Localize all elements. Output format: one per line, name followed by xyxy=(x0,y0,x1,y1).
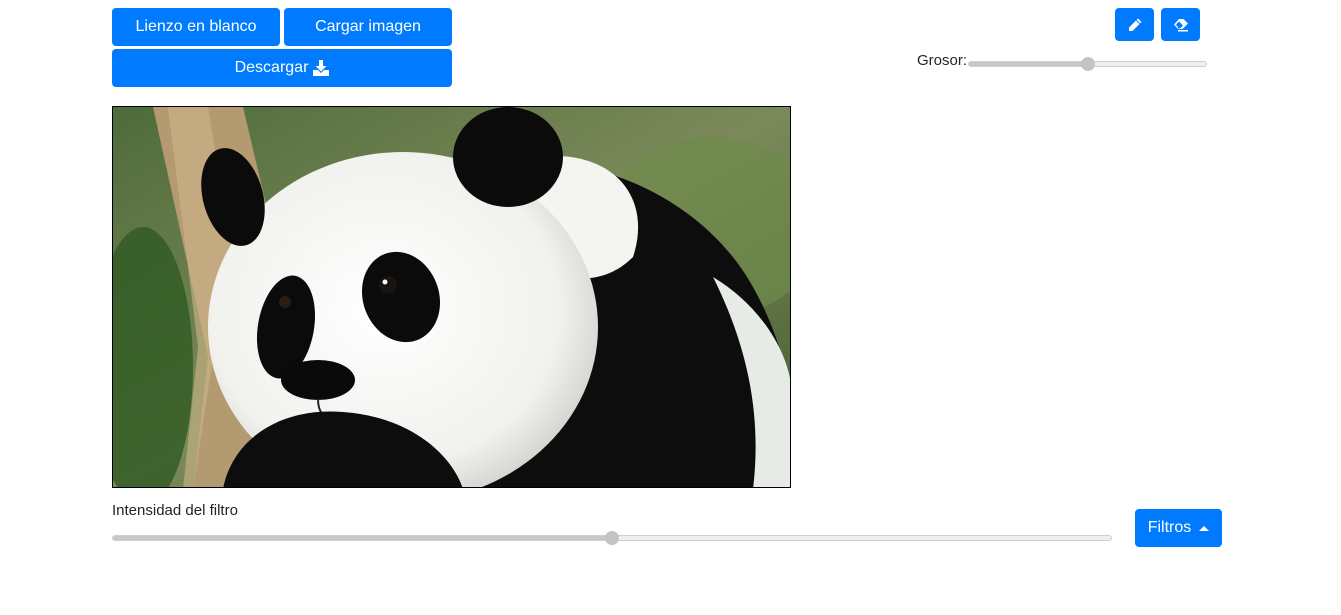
drawing-canvas[interactable] xyxy=(112,106,791,488)
thickness-label: Grosor: xyxy=(917,52,968,69)
filters-label: Filtros xyxy=(1147,519,1192,536)
filter-intensity-slider-thumb[interactable] xyxy=(605,531,619,545)
load-image-button[interactable]: Cargar imagen xyxy=(284,8,452,46)
pencil-icon xyxy=(1128,18,1142,32)
blank-canvas-label: Lienzo en blanco xyxy=(135,18,257,35)
thickness-slider-thumb[interactable] xyxy=(1080,57,1095,71)
caret-up-icon xyxy=(1199,525,1210,531)
filters-dropdown-button[interactable]: Filtros xyxy=(1135,509,1222,547)
eraser-icon xyxy=(1173,18,1189,32)
filter-intensity-slider[interactable] xyxy=(112,531,1112,545)
download-label: Descargar xyxy=(234,59,309,76)
download-icon xyxy=(313,60,330,76)
download-button[interactable]: Descargar xyxy=(112,49,452,87)
filter-intensity-slider-fill xyxy=(113,536,612,540)
panda-photo xyxy=(113,107,790,487)
filter-intensity-label: Intensidad del filtro xyxy=(112,502,238,519)
load-image-label: Cargar imagen xyxy=(315,18,421,35)
thickness-slider[interactable] xyxy=(968,57,1207,71)
thickness-slider-fill xyxy=(969,62,1088,66)
pencil-button[interactable] xyxy=(1115,8,1154,41)
blank-canvas-button[interactable]: Lienzo en blanco xyxy=(112,8,280,46)
eraser-button[interactable] xyxy=(1161,8,1200,41)
